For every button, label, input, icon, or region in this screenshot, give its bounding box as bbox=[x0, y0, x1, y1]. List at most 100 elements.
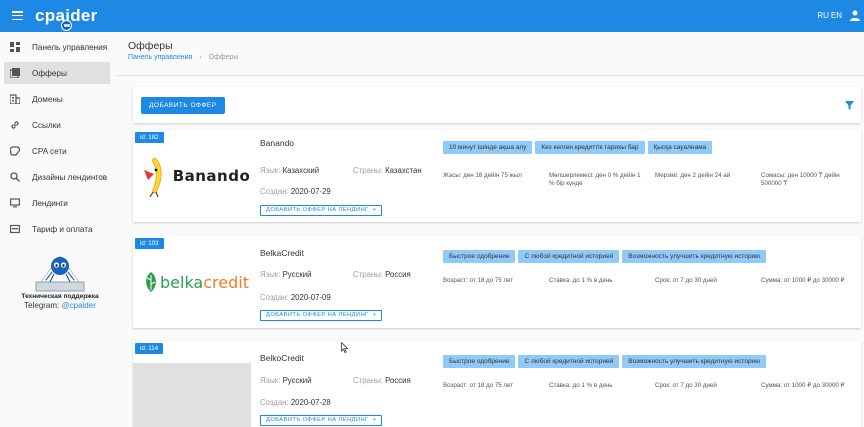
breadcrumb-separator: › bbox=[199, 54, 202, 61]
mouse-cursor-icon bbox=[341, 342, 348, 353]
telegram-label: Telegram: bbox=[24, 301, 60, 310]
offer-created: Создан: 2020-07-29 bbox=[260, 187, 331, 196]
offer-condition-term: Срок: от 7 до 30 дней bbox=[655, 382, 717, 389]
language-key: Язык: bbox=[260, 376, 281, 385]
sidebar-item-tariff[interactable]: Тариф и оплата bbox=[4, 218, 110, 240]
telegram-link[interactable]: @cpaider bbox=[62, 301, 96, 310]
offer-condition-amount: Сумма: от 1000 ₽ до 30000 ₽ bbox=[761, 382, 845, 389]
sidebar-item-landings[interactable]: Лендинги bbox=[4, 192, 110, 214]
offer-id-badge: id: 114 bbox=[135, 343, 164, 354]
menu-icon[interactable] bbox=[12, 11, 23, 21]
dashboard-icon bbox=[10, 42, 20, 52]
support-telegram: Telegram: @cpaider bbox=[8, 301, 112, 310]
offer-logo: Banando bbox=[137, 146, 255, 206]
offer-tag: Возможность улучшить кредитную историю bbox=[622, 250, 767, 263]
offer-condition-rate: Ставка: до 1 % в день bbox=[549, 382, 613, 389]
offer-tag: Қысқа сауалнама bbox=[647, 141, 713, 154]
support-mascot-image bbox=[35, 255, 85, 292]
sidebar-item-domains[interactable]: Домены bbox=[4, 88, 110, 110]
offer-condition-age: Возраст: от 18 до 75 лет bbox=[443, 277, 514, 284]
credit-logo-part: credit bbox=[203, 272, 249, 292]
created-value: 2020-07-29 bbox=[290, 187, 331, 196]
offer-tag: С любой кредитной историей bbox=[518, 355, 620, 368]
offer-language: Язык: Казахский bbox=[260, 166, 319, 175]
cpa-networks-icon bbox=[10, 146, 20, 156]
search-icon bbox=[10, 172, 20, 182]
country-value: Россия bbox=[385, 270, 411, 279]
offer-card: id: 114 BelkoCredit Язык: Русский Страны… bbox=[133, 341, 861, 427]
sidebar-item-cpa-networks[interactable]: CPA сети bbox=[4, 140, 110, 162]
add-offer-button[interactable]: ДОБАВИТЬ ОФФЕР bbox=[141, 97, 225, 114]
header-divider bbox=[116, 75, 864, 76]
country-value: Россия bbox=[385, 376, 411, 385]
add-to-landing-button[interactable]: ДОБАВИТЬ ОФФЕР НА ЛЕНДИНГ + bbox=[260, 310, 383, 321]
country-key: Страны: bbox=[353, 270, 383, 279]
offer-country: Страны: Россия bbox=[353, 270, 411, 279]
top-app-bar: cpaider RU EN bbox=[0, 0, 864, 32]
add-to-landing-button[interactable]: ДОБАВИТЬ ОФФЕР НА ЛЕНДИНГ + bbox=[260, 415, 383, 426]
created-key: Создан: bbox=[260, 187, 289, 196]
offer-country: Страны: Казахстан bbox=[353, 166, 422, 175]
offer-condition-amount: Сумма: от 1000 ₽ до 30000 ₽ bbox=[761, 277, 845, 284]
sidebar-item-label: Ссылки bbox=[32, 120, 61, 130]
offer-logo: belkacredit bbox=[137, 252, 255, 312]
offer-id-badge: id: 182 bbox=[135, 132, 164, 143]
sidebar-item-landing-designs[interactable]: Дизайны лендингов bbox=[4, 166, 110, 188]
page-title: Офферы bbox=[128, 40, 173, 52]
breadcrumb-home-link[interactable]: Панель управления bbox=[128, 54, 192, 61]
sidebar-item-label: Домены bbox=[32, 94, 63, 104]
offer-country: Страны: Россия bbox=[353, 376, 411, 385]
breadcrumb-current: Офферы bbox=[208, 54, 239, 61]
offer-condition-term: Срок: от 7 до 30 дней bbox=[655, 277, 717, 284]
add-to-landing-button[interactable]: ДОБАВИТЬ ОФФЕР НА ЛЕНДИНГ + bbox=[260, 205, 383, 216]
offer-tag: С любой кредитной историей bbox=[518, 250, 620, 263]
link-icon bbox=[11, 121, 19, 129]
language-value: Русский bbox=[282, 270, 312, 279]
banando-logo-text: Banando bbox=[172, 167, 251, 185]
offer-condition-term: Мерзімі: ден 2 дейін 24 ай bbox=[655, 172, 731, 179]
created-key: Создан: bbox=[260, 293, 289, 302]
sidebar-item-offers[interactable]: Офферы bbox=[4, 62, 110, 84]
brand-mascot-icon bbox=[61, 20, 72, 31]
language-switcher: RU EN bbox=[815, 11, 842, 20]
sidebar-item-links[interactable]: Ссылки bbox=[4, 114, 110, 136]
offer-name: Banando bbox=[260, 138, 295, 148]
offer-tags: Быстрое одобрение С любой кредитной исто… bbox=[443, 355, 767, 368]
sidebar-item-label: Лендинги bbox=[32, 198, 68, 208]
plus-icon: + bbox=[372, 207, 377, 213]
offer-created: Создан: 2020-07-28 bbox=[260, 398, 331, 407]
sidebar-item-label: CPA сети bbox=[32, 146, 67, 156]
user-icon[interactable] bbox=[850, 10, 860, 21]
sidebar: Панель управления Офферы Домены Ссылки C… bbox=[0, 32, 116, 427]
domains-icon bbox=[10, 94, 20, 104]
support-block: Техническая поддержка Telegram: @cpaider bbox=[8, 250, 112, 310]
lang-ru-link[interactable]: RU bbox=[817, 11, 829, 20]
sidebar-item-label: Офферы bbox=[32, 68, 67, 78]
offer-language: Язык: Русский bbox=[260, 270, 312, 279]
lang-en-link[interactable]: EN bbox=[831, 11, 842, 20]
offer-created: Создан: 2020-07-09 bbox=[260, 293, 331, 302]
language-key: Язык: bbox=[260, 166, 281, 175]
filter-icon[interactable] bbox=[845, 101, 854, 110]
offer-tag: Возможность улучшить кредитную историю bbox=[622, 355, 767, 368]
wallet-icon bbox=[10, 224, 20, 234]
plus-icon: + bbox=[372, 417, 377, 423]
offer-name: BelkaCredit bbox=[260, 248, 304, 258]
belka-leaf-icon bbox=[146, 272, 156, 292]
offer-condition-rate: Мөлшерлемесі: ден 0 % дейін 1 % бір күнд… bbox=[549, 172, 641, 187]
add-to-landing-label: ДОБАВИТЬ ОФФЕР НА ЛЕНДИНГ bbox=[266, 312, 369, 318]
offer-tag: Кез келген кредиттік тарихы бар bbox=[535, 141, 645, 154]
banana-mascot-icon bbox=[143, 157, 162, 198]
offer-condition-age: Возраст: от 18 до 75 лет bbox=[443, 382, 514, 389]
created-key: Создан: bbox=[260, 398, 289, 407]
monitor-icon bbox=[10, 198, 20, 208]
sidebar-item-dashboard[interactable]: Панель управления bbox=[4, 36, 110, 58]
offer-language: Язык: Русский bbox=[260, 376, 312, 385]
country-key: Страны: bbox=[353, 376, 383, 385]
add-to-landing-label: ДОБАВИТЬ ОФФЕР НА ЛЕНДИНГ bbox=[266, 417, 369, 423]
offer-condition-rate: Ставка: до 1 % в день bbox=[549, 277, 613, 284]
offer-tag: Быстрое одобрение bbox=[443, 355, 516, 368]
language-key: Язык: bbox=[260, 270, 281, 279]
offer-tag: Быстрое одобрение bbox=[443, 250, 516, 263]
breadcrumb: Панель управления › Офферы bbox=[128, 54, 238, 61]
